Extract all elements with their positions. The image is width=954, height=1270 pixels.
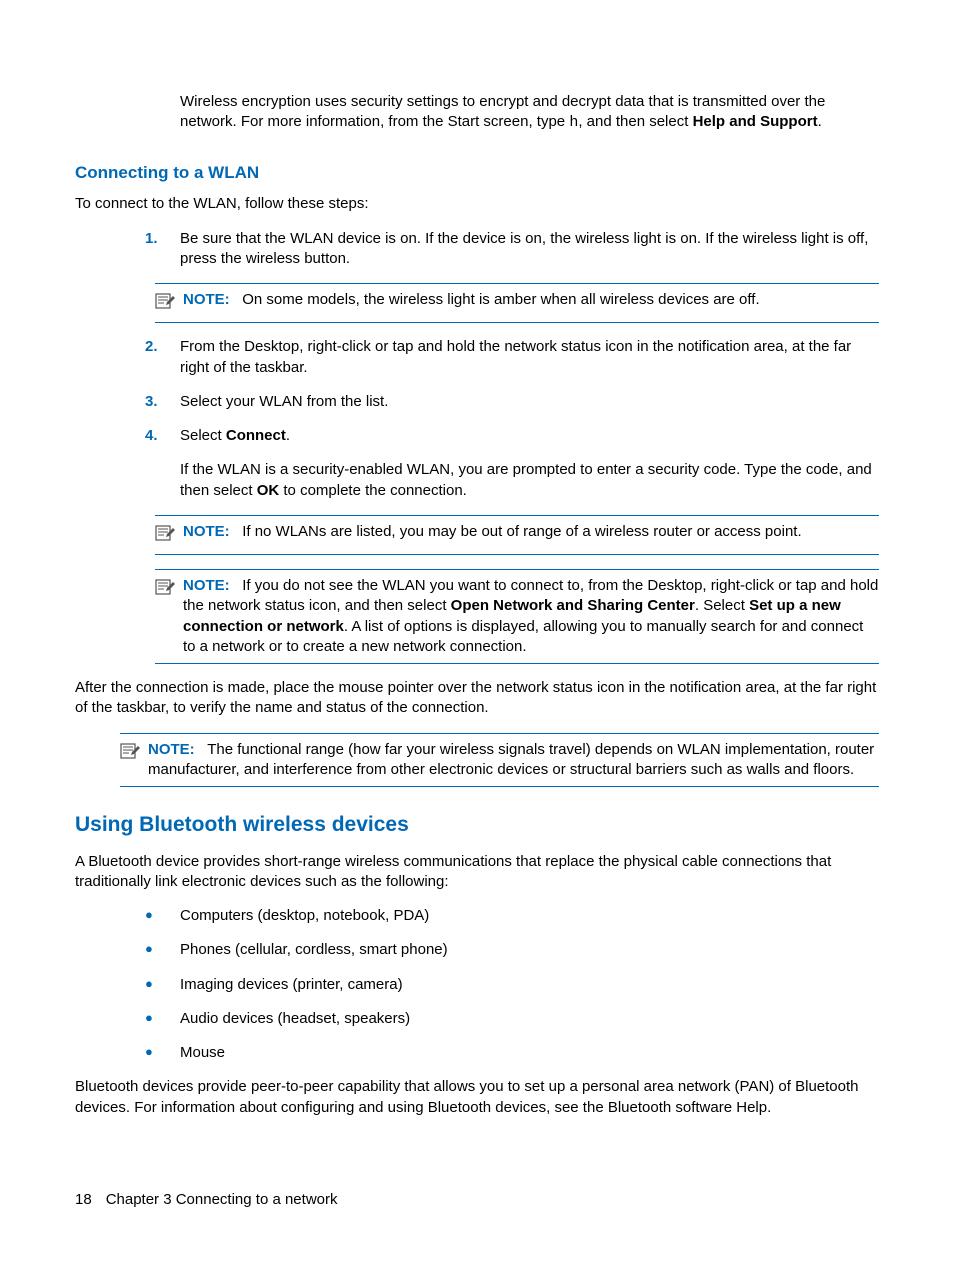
- mono-text: h: [569, 114, 578, 131]
- note-body: NOTE: The functional range (how far your…: [148, 740, 879, 781]
- text: . Select: [695, 597, 749, 614]
- list-body: Be sure that the WLAN device is on. If t…: [180, 229, 879, 270]
- list-body: Select Connect. If the WLAN is a securit…: [180, 426, 879, 501]
- note-icon: [155, 522, 183, 548]
- paragraph: To connect to the WLAN, follow these ste…: [75, 194, 879, 214]
- bullet-icon: ●: [145, 940, 180, 960]
- note-icon: [155, 290, 183, 316]
- intro-paragraph: Wireless encryption uses security settin…: [180, 92, 879, 134]
- note-icon: [120, 740, 148, 781]
- list-item: 1. Be sure that the WLAN device is on. I…: [145, 229, 879, 270]
- note-text: On some models, the wireless light is am…: [242, 291, 759, 308]
- note-body: NOTE: If no WLANs are listed, you may be…: [183, 522, 879, 548]
- note-icon: [155, 576, 183, 657]
- note-text: If no WLANs are listed, you may be out o…: [242, 523, 801, 540]
- ordered-list: 2. From the Desktop, right-click or tap …: [145, 337, 879, 501]
- text: , and then select: [578, 113, 692, 130]
- heading-connecting-to-wlan: Connecting to a WLAN: [75, 162, 879, 185]
- note-box: NOTE: If you do not see the WLAN you wan…: [155, 569, 879, 664]
- note-text: The functional range (how far your wirel…: [148, 741, 874, 778]
- list-text: Phones (cellular, cordless, smart phone): [180, 940, 448, 960]
- note-body: NOTE: On some models, the wireless light…: [183, 290, 879, 316]
- paragraph: After the connection is made, place the …: [75, 678, 879, 719]
- list-number: 2.: [145, 337, 180, 378]
- paragraph: Bluetooth devices provide peer-to-peer c…: [75, 1077, 879, 1118]
- heading-bluetooth: Using Bluetooth wireless devices: [75, 811, 879, 839]
- list-item: 4. Select Connect. If the WLAN is a secu…: [145, 426, 879, 501]
- bullet-icon: ●: [145, 906, 180, 926]
- bullet-list: ● Computers (desktop, notebook, PDA) ● P…: [145, 906, 879, 1063]
- list-number: 4.: [145, 426, 180, 501]
- list-item: 3. Select your WLAN from the list.: [145, 392, 879, 412]
- bullet-icon: ●: [145, 1043, 180, 1063]
- list-body: Select your WLAN from the list.: [180, 392, 879, 412]
- text: .: [286, 427, 290, 444]
- bullet-icon: ●: [145, 1009, 180, 1029]
- bold-text: Help and Support: [693, 113, 818, 130]
- list-number: 3.: [145, 392, 180, 412]
- list-body: From the Desktop, right-click or tap and…: [180, 337, 879, 378]
- list-item: ● Audio devices (headset, speakers): [145, 1009, 879, 1029]
- note-label: NOTE:: [148, 741, 195, 758]
- list-item: 2. From the Desktop, right-click or tap …: [145, 337, 879, 378]
- sub-paragraph: If the WLAN is a security-enabled WLAN, …: [180, 460, 879, 501]
- bullet-icon: ●: [145, 975, 180, 995]
- list-text: Imaging devices (printer, camera): [180, 975, 403, 995]
- bold-text: Open Network and Sharing Center: [451, 597, 695, 614]
- note-label: NOTE:: [183, 577, 230, 594]
- list-text: Mouse: [180, 1043, 225, 1063]
- list-item: ● Phones (cellular, cordless, smart phon…: [145, 940, 879, 960]
- text: .: [818, 113, 822, 130]
- document-page: Wireless encryption uses security settin…: [0, 0, 954, 1270]
- note-box: NOTE: On some models, the wireless light…: [155, 283, 879, 323]
- note-box: NOTE: If no WLANs are listed, you may be…: [155, 515, 879, 555]
- list-text: Computers (desktop, notebook, PDA): [180, 906, 429, 926]
- note-label: NOTE:: [183, 291, 230, 308]
- text: to complete the connection.: [279, 482, 467, 499]
- list-item: ● Computers (desktop, notebook, PDA): [145, 906, 879, 926]
- note-box: NOTE: The functional range (how far your…: [120, 733, 879, 788]
- paragraph: A Bluetooth device provides short-range …: [75, 852, 879, 893]
- list-number: 1.: [145, 229, 180, 270]
- ordered-list: 1. Be sure that the WLAN device is on. I…: [145, 229, 879, 270]
- chapter-label: Chapter 3 Connecting to a network: [106, 1191, 338, 1208]
- list-item: ● Mouse: [145, 1043, 879, 1063]
- note-body: NOTE: If you do not see the WLAN you wan…: [183, 576, 879, 657]
- note-label: NOTE:: [183, 523, 230, 540]
- bold-text: OK: [257, 482, 280, 499]
- list-text: Audio devices (headset, speakers): [180, 1009, 410, 1029]
- text: Select: [180, 427, 226, 444]
- bold-text: Connect: [226, 427, 286, 444]
- page-footer: 18 Chapter 3 Connecting to a network: [75, 1190, 338, 1210]
- page-number: 18: [75, 1191, 92, 1208]
- list-item: ● Imaging devices (printer, camera): [145, 975, 879, 995]
